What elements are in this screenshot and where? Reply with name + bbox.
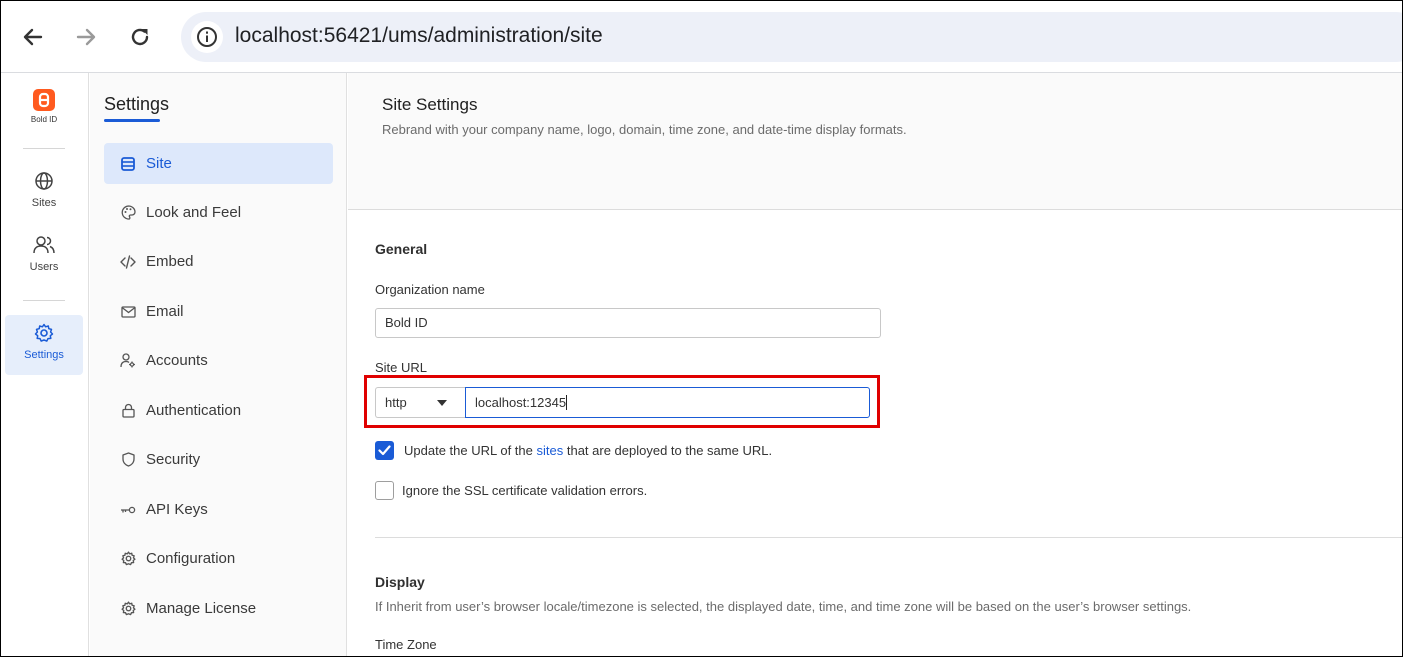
address-bar[interactable]: localhost:56421/ums/administration/site: [181, 12, 1402, 62]
sidebar-item-site[interactable]: Site: [104, 143, 333, 184]
app-logo[interactable]: Bold ID: [23, 89, 65, 124]
gear-icon: [120, 551, 136, 567]
palette-icon: [120, 205, 136, 221]
rail-item-label: Users: [29, 261, 59, 273]
settings-sidebar: Settings Site Look and Feel Embed Email: [90, 73, 347, 656]
arrow-left-icon: [23, 28, 43, 46]
rail-divider: [23, 148, 65, 149]
key-icon: [120, 502, 136, 518]
rail-item-label: Sites: [31, 197, 57, 209]
rail-item-users[interactable]: Users: [5, 235, 83, 285]
sites-link[interactable]: sites: [537, 443, 564, 458]
logo-text: Bold ID: [30, 115, 58, 124]
sidebar-item-security[interactable]: Security: [104, 439, 333, 480]
section-title-general: General: [375, 241, 428, 257]
reload-button[interactable]: [122, 19, 158, 55]
sidebar-item-label: Look and Feel: [146, 204, 242, 221]
shield-icon: [120, 452, 136, 468]
ignore-ssl-checkbox[interactable]: [375, 481, 394, 500]
display-description: If Inherit from user’s browser locale/ti…: [375, 599, 1192, 614]
rail-item-settings[interactable]: Settings: [5, 315, 83, 375]
section-title-display: Display: [375, 574, 425, 590]
sidebar-item-label: Accounts: [146, 352, 208, 369]
check-icon: [378, 445, 391, 456]
protocol-select[interactable]: http: [375, 387, 465, 418]
sidebar-item-embed[interactable]: Embed: [104, 241, 333, 282]
update-url-label: Update the URL of the sites that are dep…: [404, 443, 772, 458]
organization-name-label: Organization name: [375, 282, 485, 297]
sidebar-title: Settings: [104, 94, 170, 114]
update-url-label-prefix: Update the URL of the: [404, 443, 537, 458]
protocol-select-value: http: [385, 395, 407, 410]
sidebar-item-api-keys[interactable]: API Keys: [104, 489, 333, 530]
users-icon: [33, 236, 55, 254]
sidebar-item-email[interactable]: Email: [104, 291, 333, 332]
rail-divider: [23, 300, 65, 301]
reload-icon: [131, 28, 149, 46]
main-content: Site Settings Rebrand with your company …: [348, 73, 1402, 656]
browser-toolbar: localhost:56421/ums/administration/site: [1, 1, 1402, 73]
gear-icon: [120, 601, 136, 617]
update-url-label-suffix: that are deployed to the same URL.: [563, 443, 773, 458]
rail-item-sites[interactable]: Sites: [5, 171, 83, 221]
sidebar-item-label: Authentication: [146, 402, 242, 419]
forward-button[interactable]: [68, 19, 104, 55]
section-divider: [375, 537, 1402, 538]
chevron-down-icon: [437, 400, 447, 406]
code-icon: [120, 254, 136, 270]
sidebar-item-label: Security: [146, 451, 201, 468]
site-url-input[interactable]: localhost:12345: [465, 387, 870, 418]
time-zone-label: Time Zone: [375, 637, 437, 652]
organization-name-input[interactable]: Bold ID: [375, 308, 881, 338]
sidebar-item-accounts[interactable]: Accounts: [104, 340, 333, 381]
sidebar-item-label: Site: [146, 155, 172, 172]
gear-icon: [34, 323, 54, 342]
sidebar-item-label: Email: [146, 303, 184, 320]
app-nav-rail: Bold ID Sites Users Settings: [1, 73, 89, 656]
bold-id-logo-icon: [33, 89, 55, 111]
sidebar-item-manage-license[interactable]: Manage License: [104, 588, 333, 629]
lock-icon: [120, 403, 136, 419]
text-cursor: [566, 395, 568, 410]
ignore-ssl-label: Ignore the SSL certificate validation er…: [402, 483, 648, 498]
mail-icon: [120, 304, 136, 320]
address-bar-url: localhost:56421/ums/administration/site: [235, 24, 603, 47]
site-url-value: localhost:12345: [475, 395, 567, 410]
page-title: Site Settings: [382, 95, 478, 114]
globe-icon: [35, 172, 53, 190]
sidebar-item-configuration[interactable]: Configuration: [104, 538, 333, 579]
sidebar-item-label: Configuration: [146, 550, 236, 567]
sidebar-title-underline: [104, 119, 160, 122]
sidebar-item-label: Manage License: [146, 600, 257, 617]
update-url-checkbox[interactable]: [375, 441, 394, 460]
sidebar-item-authentication[interactable]: Authentication: [104, 390, 333, 431]
arrow-right-icon: [76, 28, 96, 46]
sidebar-item-label: Embed: [146, 253, 194, 270]
page-subtitle: Rebrand with your company name, logo, do…: [382, 122, 907, 137]
accounts-icon: [120, 353, 136, 369]
page-header: Site Settings Rebrand with your company …: [348, 73, 1402, 210]
sidebar-item-look-and-feel[interactable]: Look and Feel: [104, 192, 333, 233]
rail-item-label: Settings: [24, 349, 64, 361]
sidebar-item-label: API Keys: [146, 501, 208, 518]
site-icon: [120, 156, 136, 172]
site-info-icon[interactable]: [191, 21, 223, 53]
site-url-label: Site URL: [375, 360, 428, 375]
app-window: localhost:56421/ums/administration/site …: [0, 0, 1403, 657]
back-button[interactable]: [15, 19, 51, 55]
